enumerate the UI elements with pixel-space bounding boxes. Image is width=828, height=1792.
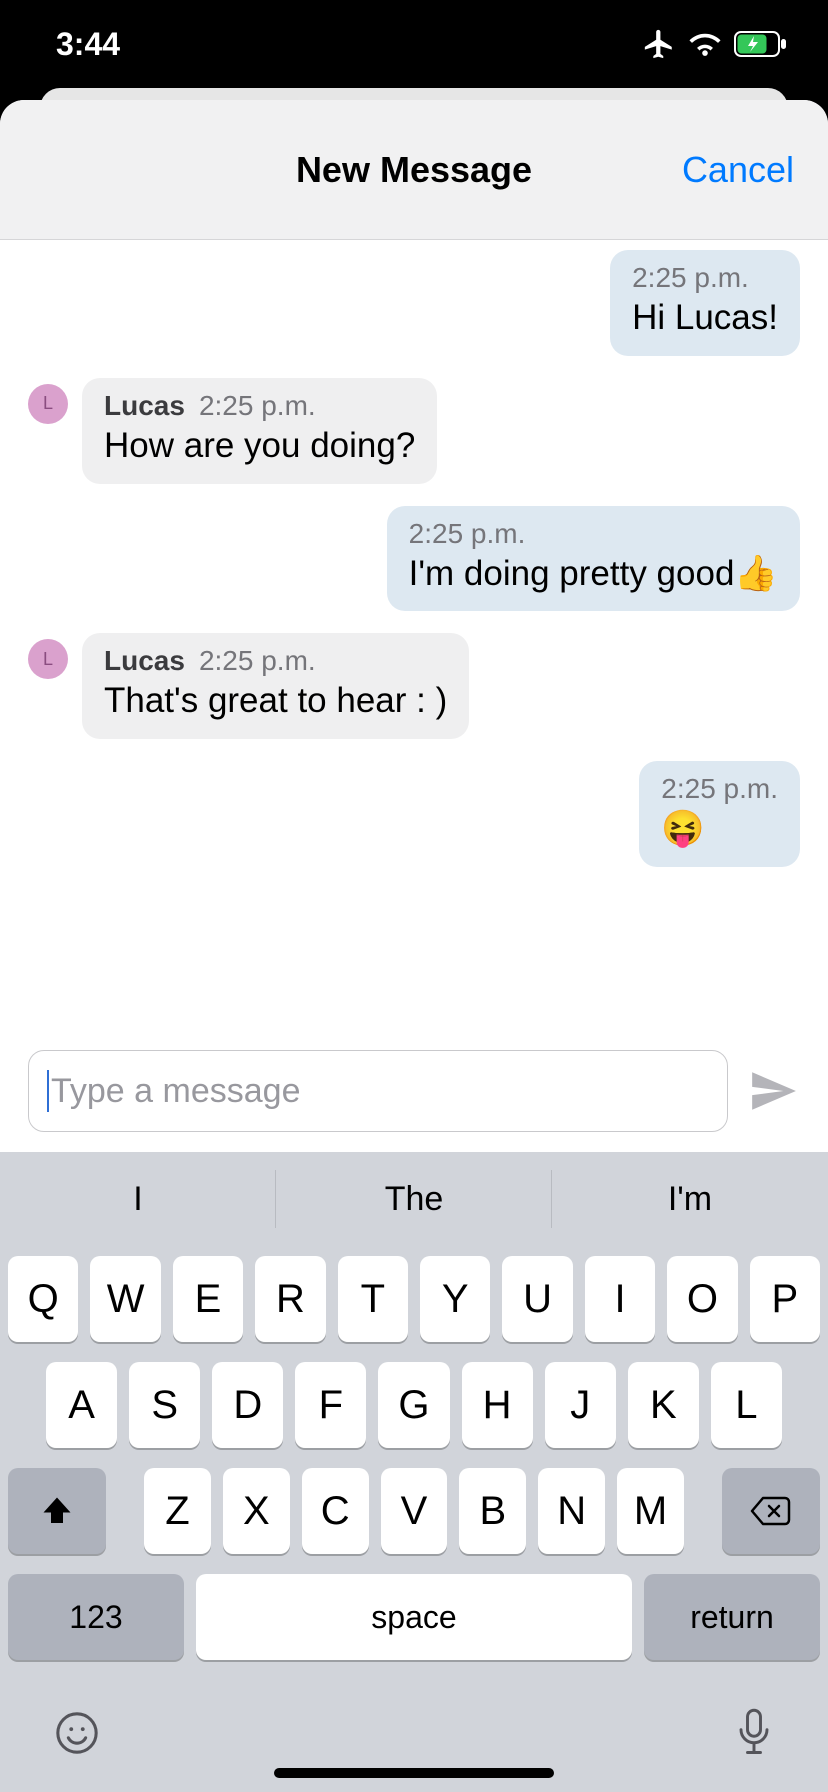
key-v[interactable]: V	[381, 1468, 448, 1554]
key-return[interactable]: return	[644, 1574, 820, 1660]
key-j[interactable]: J	[545, 1362, 616, 1448]
home-indicator[interactable]	[274, 1768, 554, 1778]
cancel-button[interactable]: Cancel	[682, 149, 794, 191]
dictation-button[interactable]	[734, 1707, 774, 1759]
message-row: L Lucas 2:25 p.m. That's great to hear :…	[28, 633, 800, 739]
airplane-mode-icon	[642, 27, 676, 61]
keyboard: I The I'm Q W E R T Y U I O P A S D F	[0, 1152, 828, 1792]
message-time: 2:25 p.m.	[661, 773, 778, 805]
page-title: New Message	[296, 149, 532, 191]
key-s[interactable]: S	[129, 1362, 200, 1448]
keyboard-row: Z X C V B N M	[8, 1468, 820, 1554]
status-time: 3:44	[56, 26, 120, 63]
key-space[interactable]: space	[196, 1574, 632, 1660]
key-f[interactable]: F	[295, 1362, 366, 1448]
message-row: 2:25 p.m. Hi Lucas!	[28, 250, 800, 356]
message-time: 2:25 p.m.	[199, 645, 316, 677]
message-bubble-outgoing[interactable]: 2:25 p.m. I'm doing pretty good👍	[387, 506, 800, 612]
message-bubble-incoming[interactable]: Lucas 2:25 p.m. How are you doing?	[82, 378, 437, 484]
key-a[interactable]: A	[46, 1362, 117, 1448]
nav-header: New Message Cancel	[0, 100, 828, 240]
key-backspace[interactable]	[722, 1468, 820, 1554]
key-y[interactable]: Y	[420, 1256, 490, 1342]
input-placeholder: Type a message	[51, 1072, 300, 1111]
suggestion[interactable]: I'm	[552, 1152, 828, 1246]
key-shift[interactable]	[8, 1468, 106, 1554]
message-sender: Lucas	[104, 390, 185, 422]
message-time: 2:25 p.m.	[632, 262, 749, 294]
key-u[interactable]: U	[502, 1256, 572, 1342]
key-h[interactable]: H	[462, 1362, 533, 1448]
message-row: 2:25 p.m. I'm doing pretty good👍	[28, 506, 800, 612]
wifi-icon	[688, 30, 722, 58]
key-g[interactable]: G	[378, 1362, 449, 1448]
message-time: 2:25 p.m.	[409, 518, 526, 550]
message-text: I'm doing pretty good👍	[409, 552, 778, 596]
message-text: How are you doing?	[104, 424, 415, 468]
key-t[interactable]: T	[338, 1256, 408, 1342]
suggestion[interactable]: The	[276, 1152, 552, 1246]
key-n[interactable]: N	[538, 1468, 605, 1554]
message-sender: Lucas	[104, 645, 185, 677]
microphone-icon	[734, 1707, 774, 1759]
key-b[interactable]: B	[459, 1468, 526, 1554]
key-l[interactable]: L	[711, 1362, 782, 1448]
status-bar: 3:44	[0, 0, 828, 88]
keyboard-row: A S D F G H J K L	[8, 1362, 820, 1448]
key-r[interactable]: R	[255, 1256, 325, 1342]
key-k[interactable]: K	[628, 1362, 699, 1448]
backspace-icon	[750, 1495, 792, 1527]
keyboard-row: 123 space return	[8, 1574, 820, 1660]
message-bubble-incoming[interactable]: Lucas 2:25 p.m. That's great to hear : )	[82, 633, 469, 739]
key-p[interactable]: P	[750, 1256, 820, 1342]
message-text: 😝	[661, 807, 778, 851]
shift-icon	[39, 1493, 75, 1529]
key-m[interactable]: M	[617, 1468, 684, 1554]
avatar[interactable]: L	[28, 639, 68, 679]
message-row: 2:25 p.m. 😝	[28, 761, 800, 867]
key-o[interactable]: O	[667, 1256, 737, 1342]
key-c[interactable]: C	[302, 1468, 369, 1554]
keyboard-row: Q W E R T Y U I O P	[8, 1256, 820, 1342]
emoji-button[interactable]	[54, 1710, 100, 1756]
key-w[interactable]: W	[90, 1256, 160, 1342]
avatar[interactable]: L	[28, 384, 68, 424]
message-input[interactable]: Type a message	[28, 1050, 728, 1132]
key-d[interactable]: D	[212, 1362, 283, 1448]
send-button[interactable]	[748, 1066, 798, 1116]
key-x[interactable]: X	[223, 1468, 290, 1554]
status-icons	[642, 27, 788, 61]
composer: Type a message	[0, 1032, 828, 1152]
key-q[interactable]: Q	[8, 1256, 78, 1342]
battery-charging-icon	[734, 31, 788, 57]
key-z[interactable]: Z	[144, 1468, 211, 1554]
suggestion[interactable]: I	[0, 1152, 276, 1246]
key-e[interactable]: E	[173, 1256, 243, 1342]
emoji-icon	[54, 1710, 100, 1756]
modal-sheet: New Message Cancel 2:25 p.m. Hi Lucas! L…	[0, 100, 828, 1792]
keyboard-suggestions: I The I'm	[0, 1152, 828, 1246]
keyboard-bottom-row	[0, 1660, 828, 1780]
message-bubble-outgoing[interactable]: 2:25 p.m. Hi Lucas!	[610, 250, 800, 356]
message-text: Hi Lucas!	[632, 296, 778, 340]
message-row: L Lucas 2:25 p.m. How are you doing?	[28, 378, 800, 484]
key-i[interactable]: I	[585, 1256, 655, 1342]
text-caret	[47, 1070, 49, 1112]
key-numbers[interactable]: 123	[8, 1574, 184, 1660]
message-text: That's great to hear : )	[104, 679, 447, 723]
messages-list[interactable]: 2:25 p.m. Hi Lucas! L Lucas 2:25 p.m. Ho…	[0, 240, 828, 1032]
message-bubble-outgoing[interactable]: 2:25 p.m. 😝	[639, 761, 800, 867]
message-time: 2:25 p.m.	[199, 390, 316, 422]
